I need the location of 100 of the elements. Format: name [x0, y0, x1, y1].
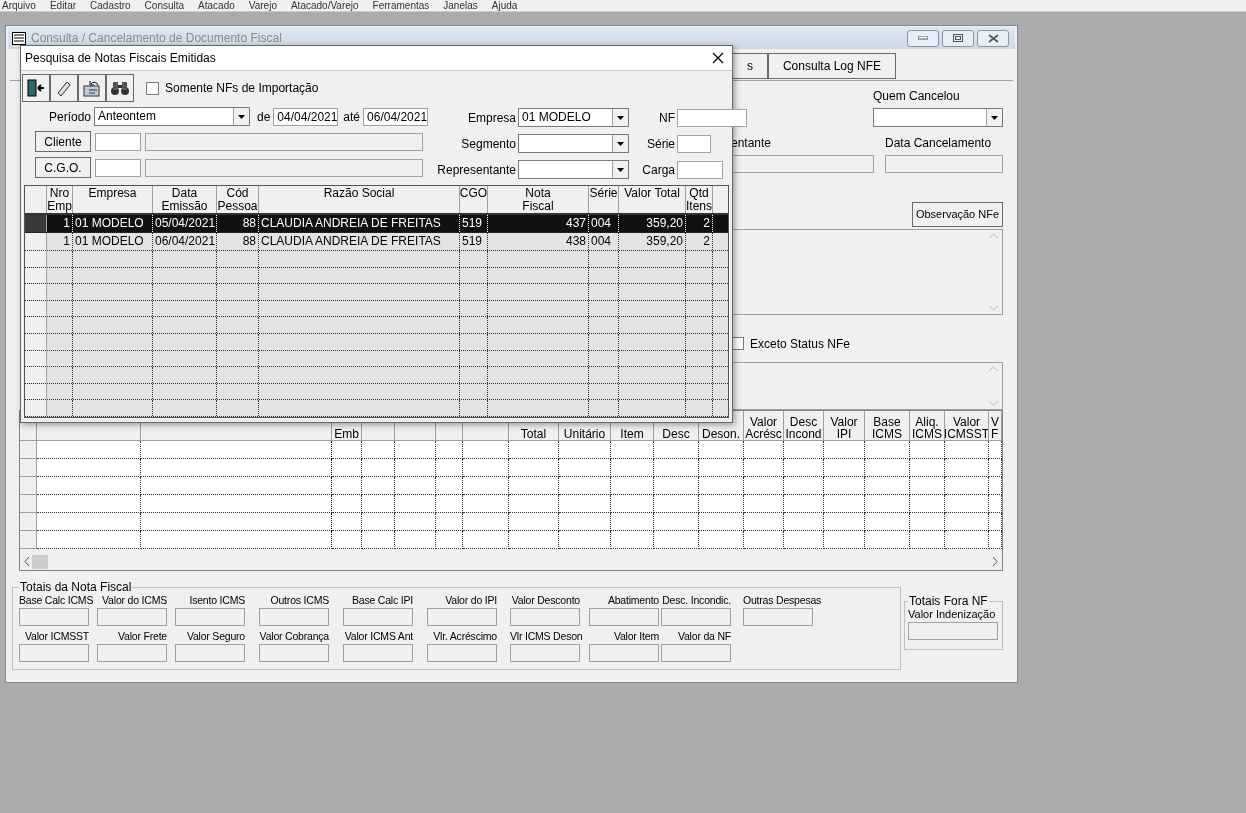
maximize-button[interactable] — [942, 29, 974, 47]
input-field[interactable] — [908, 622, 998, 640]
table-cell — [559, 495, 611, 513]
input-field[interactable] — [19, 608, 89, 626]
table-cell — [744, 513, 784, 531]
input-field[interactable] — [731, 155, 874, 173]
dropdown-button[interactable] — [986, 109, 1002, 126]
text-area[interactable] — [731, 229, 1003, 315]
dropdown-button[interactable] — [612, 161, 629, 178]
input-field[interactable] — [97, 644, 167, 662]
text-area[interactable] — [731, 361, 1003, 410]
input-field[interactable] — [259, 644, 329, 662]
column-header[interactable]: Data Emissão — [153, 186, 217, 213]
column-header[interactable]: CGO — [460, 186, 488, 213]
dropdown-field[interactable] — [518, 160, 630, 179]
column-header[interactable]: Valor Total — [619, 186, 686, 213]
field-label: Desc. Incondic. — [661, 593, 731, 607]
input-field[interactable] — [510, 608, 580, 626]
input-field[interactable] — [677, 108, 748, 127]
table-cell — [463, 477, 509, 495]
menu-item[interactable]: Consulta — [144, 0, 185, 11]
input-field[interactable] — [885, 155, 1003, 173]
menu-item[interactable]: Cadastro — [90, 0, 131, 11]
menu-item[interactable]: Atacado/Varejo — [290, 0, 359, 11]
input-field[interactable]: 06/04/2021 — [363, 107, 429, 126]
dropdown-button[interactable] — [612, 135, 629, 152]
table-cell — [989, 495, 1002, 513]
field-label: Vlr. Acréscimo — [432, 629, 497, 643]
input-field[interactable] — [259, 608, 329, 626]
table-cell — [463, 495, 509, 513]
dropdown-field[interactable] — [873, 108, 1003, 127]
table-cell — [699, 513, 744, 531]
input-field[interactable] — [19, 644, 89, 662]
table-cell — [559, 477, 611, 495]
input-field[interactable] — [427, 644, 497, 662]
menu-item[interactable]: Ferramentas — [372, 0, 430, 11]
input-field[interactable] — [175, 644, 245, 662]
column-header[interactable]: Nota Fiscal — [488, 186, 589, 213]
table-row[interactable]: 1 01 MODELO 06/04/2021 88 CLAUDIA ANDREIA DE FREITAS 519 438 004 359,20 2 — [25, 233, 728, 251]
menu-item[interactable]: Arquivo — [2, 0, 36, 11]
field-label: Valor Cobrança — [259, 629, 329, 643]
input-field[interactable] — [343, 608, 413, 626]
input-field[interactable] — [145, 158, 423, 177]
input-field[interactable] — [589, 644, 659, 662]
input-field[interactable] — [677, 160, 724, 179]
table-cell — [509, 513, 559, 531]
input-field[interactable] — [661, 644, 731, 662]
dropdown-button[interactable] — [233, 108, 249, 125]
input-field[interactable] — [175, 608, 245, 626]
table-cell: 359,20 — [619, 233, 686, 250]
table-cell — [611, 459, 654, 477]
menu-item[interactable]: Editar — [49, 0, 77, 11]
table-cell — [654, 495, 699, 513]
dropdown-field[interactable]: Anteontem — [94, 107, 250, 126]
cgo-button[interactable]: C.G.O. — [35, 157, 91, 178]
dropdown-field[interactable]: 01 MODELO — [518, 108, 630, 127]
column-header[interactable]: Nro Emp — [47, 186, 73, 213]
table-cell — [945, 459, 989, 477]
column-header[interactable]: Cód Pessoa — [217, 186, 259, 213]
input-field[interactable] — [97, 608, 167, 626]
column-header[interactable]: Qtd Itens — [686, 186, 713, 213]
table-cell — [332, 441, 362, 459]
field-label: Quem Cancelou — [873, 88, 961, 105]
input-field[interactable] — [427, 608, 497, 626]
column-header[interactable]: Razão Social — [259, 186, 460, 213]
menu-item[interactable]: Atacado — [198, 0, 235, 11]
table-row[interactable]: 1 01 MODELO 05/04/2021 88 CLAUDIA ANDREIA DE FREITAS 519 437 004 359,20 2 — [25, 215, 728, 233]
input-field[interactable] — [743, 608, 813, 626]
close-button[interactable] — [977, 29, 1009, 47]
dropdown-field[interactable] — [518, 134, 630, 153]
observacao-button[interactable]: Observação NFe — [912, 202, 1003, 227]
cliente-button[interactable]: Cliente — [35, 131, 91, 152]
input-field[interactable]: 04/04/2021 — [273, 107, 339, 126]
menu-item[interactable]: Ajuda — [491, 0, 518, 11]
input-field[interactable] — [677, 134, 712, 153]
input-field[interactable] — [145, 132, 423, 151]
column-header[interactable]: Empresa — [73, 186, 153, 213]
table-cell — [824, 495, 865, 513]
scroll-thumb[interactable] — [32, 554, 48, 569]
toolbar-button[interactable] — [106, 74, 134, 102]
checkbox[interactable] — [146, 81, 159, 95]
tab[interactable]: Consulta Log NFE — [767, 53, 896, 79]
table-cell — [865, 441, 910, 459]
menu-item[interactable]: Janelas — [443, 0, 478, 11]
toolbar-button[interactable] — [22, 74, 50, 102]
input-field[interactable] — [95, 158, 141, 177]
column-header[interactable]: Série — [589, 186, 619, 213]
table-cell — [989, 531, 1002, 549]
menu-item[interactable]: Varejo — [248, 0, 277, 11]
caret-icon — [991, 115, 998, 120]
input-field[interactable] — [343, 644, 413, 662]
input-field[interactable] — [510, 644, 580, 662]
input-field[interactable] — [95, 132, 141, 151]
caret-icon — [238, 114, 245, 119]
input-field[interactable] — [589, 608, 659, 626]
input-field[interactable] — [661, 608, 731, 626]
close-icon[interactable] — [712, 52, 724, 64]
field-label: Valor Item — [612, 629, 659, 643]
scroll-down-icon — [989, 305, 998, 311]
dropdown-button[interactable] — [612, 109, 629, 126]
